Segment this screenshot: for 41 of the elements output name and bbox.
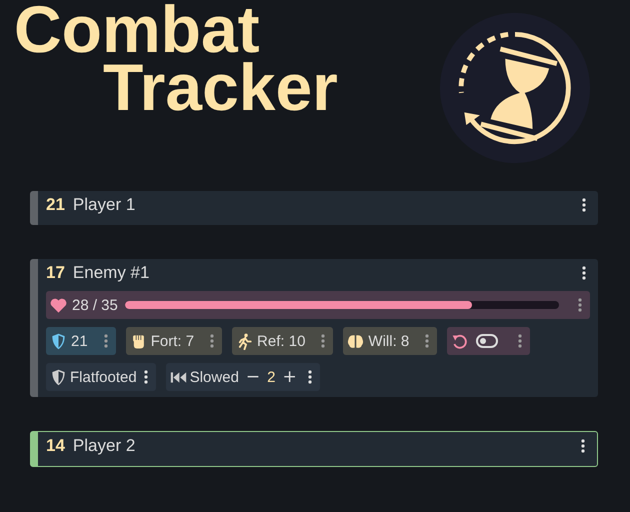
initiative-value: 17	[46, 263, 65, 283]
title-text: Combat	[14, 0, 260, 58]
stat-text: Will: 8	[368, 332, 410, 350]
title-text: Tracker	[103, 58, 338, 116]
condition-text: Slowed	[190, 368, 239, 386]
shield-icon	[50, 368, 67, 386]
decrement-button[interactable]: −	[246, 367, 260, 387]
combatant-card[interactable]: 14 Player 2	[30, 431, 598, 467]
hit-points-text: 28 / 35	[72, 296, 118, 314]
combatant-card[interactable]: 17 Enemy #1 28 / 35 21 Fort: 7 Ref: 10 Will: 8 Flatfooted Slowed − 2 +	[30, 259, 598, 397]
stat-chip[interactable]: Fort: 7	[126, 327, 222, 355]
initiative-value: 21	[46, 195, 65, 215]
counter-value: 2	[267, 368, 276, 386]
heart-icon	[50, 296, 67, 314]
more-options-icon[interactable]	[582, 266, 586, 280]
stat-chip[interactable]	[447, 327, 530, 355]
running-figure-icon	[236, 332, 254, 350]
combatant-name: Player 2	[72, 436, 136, 456]
toggle-switch[interactable]	[476, 334, 498, 348]
more-options-icon[interactable]	[144, 370, 148, 384]
combatant-name: Enemy #1	[72, 263, 150, 283]
stat-text: 21	[71, 332, 88, 350]
condition-chip[interactable]: Flatfooted	[46, 363, 156, 391]
hourglass-logo-icon	[437, 10, 593, 166]
condition-chip[interactable]: Slowed − 2 +	[166, 363, 320, 391]
combatant-card[interactable]: 21 Player 1	[30, 191, 598, 225]
shield-icon	[50, 332, 67, 350]
stat-text: Fort: 7	[150, 332, 194, 350]
undo-icon	[451, 332, 468, 350]
stat-chip[interactable]: Will: 8	[343, 327, 438, 355]
more-options-icon[interactable]	[582, 198, 586, 212]
condition-text: Flatfooted	[70, 368, 137, 386]
stat-chip[interactable]: Ref: 10	[232, 327, 334, 355]
brain-icon	[347, 332, 364, 350]
stat-chip[interactable]: 21	[46, 327, 116, 355]
combatant-name: Player 1	[72, 195, 136, 215]
more-options-icon[interactable]	[308, 370, 312, 384]
more-options-icon[interactable]	[581, 439, 585, 453]
increment-button[interactable]: +	[282, 367, 297, 387]
initiative-value: 14	[46, 436, 65, 456]
stat-text: Ref: 10	[257, 332, 306, 350]
